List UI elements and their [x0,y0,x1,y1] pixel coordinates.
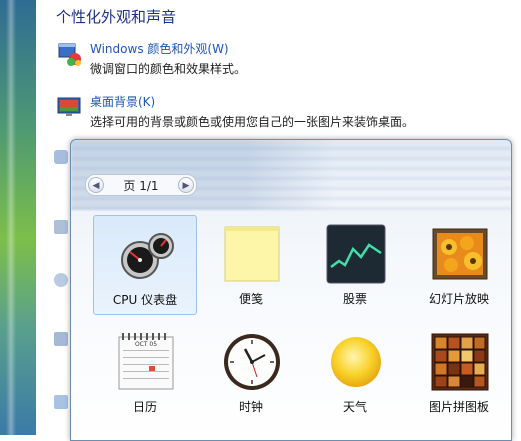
desktop-background-link[interactable]: 桌面背景(K) [90,93,155,110]
gadget-name: 股票 [342,292,367,306]
chevron-right-icon[interactable]: ▶ [178,177,194,193]
calendar-month: OCT 05 [135,341,157,348]
obscured-item-icon [54,273,68,287]
gadget-stocks[interactable]: 股票 [303,215,407,315]
calendar-icon: OCT 05 [118,333,174,390]
gadget-weather[interactable]: 天气 [303,323,407,423]
stocks-icon [326,224,386,284]
color-appearance-description: 微调窗口的颜色和效果样式。 [90,62,247,76]
page-navigator: ◀ 页 1/1 ▶ [85,174,197,196]
gadget-calendar[interactable]: OCT 05 日历 [93,323,197,423]
gadget-clock[interactable]: 时钟 [199,323,303,423]
clock-icon [224,334,280,390]
gadget-name: CPU 仪表盘 [112,293,178,307]
gadget-cpu-meter[interactable]: CPU 仪表盘 [93,215,197,315]
gadget-name: 幻灯片放映 [428,292,489,306]
gadget-name: 图片拼图板 [428,400,489,414]
section-title: 个性化外观和声音 [56,8,177,26]
gadget-slideshow[interactable]: 幻灯片放映 [407,215,511,315]
gadget-picture-puzzle[interactable]: 图片拼图板 [407,323,511,423]
sticky-note-icon [224,226,280,282]
gadget-sticky-note[interactable]: 便笺 [199,215,303,315]
obscured-item-icon [54,150,68,164]
gadget-name: 天气 [342,400,367,414]
desktop-background-icon [57,97,81,116]
weather-icon [331,337,381,387]
cpu-meter-icon [121,233,174,279]
gadget-gallery-window[interactable]: ◀ 页 1/1 ▶ CPU 仪表盘 便笺 股票 幻灯片放映 OCT 05 日历 … [70,139,512,441]
strip-highlight [6,0,16,435]
gadget-name: 时钟 [238,400,263,414]
picture-puzzle-icon [431,333,489,391]
desktop-sidebar-strip [0,0,36,435]
gadget-name: 日历 [132,400,157,414]
color-appearance-link[interactable]: Windows 颜色和外观(W) [90,40,229,57]
color-appearance-icon [58,43,81,66]
obscured-item-icon [54,220,68,234]
obscured-item-icon [54,332,68,346]
obscured-item-icon [54,395,68,409]
desktop-background-description: 选择可用的背景或颜色或使用您自己的一张图片来装饰桌面。 [90,115,415,129]
gadget-name: 便笺 [238,292,263,306]
slideshow-icon [432,228,488,280]
